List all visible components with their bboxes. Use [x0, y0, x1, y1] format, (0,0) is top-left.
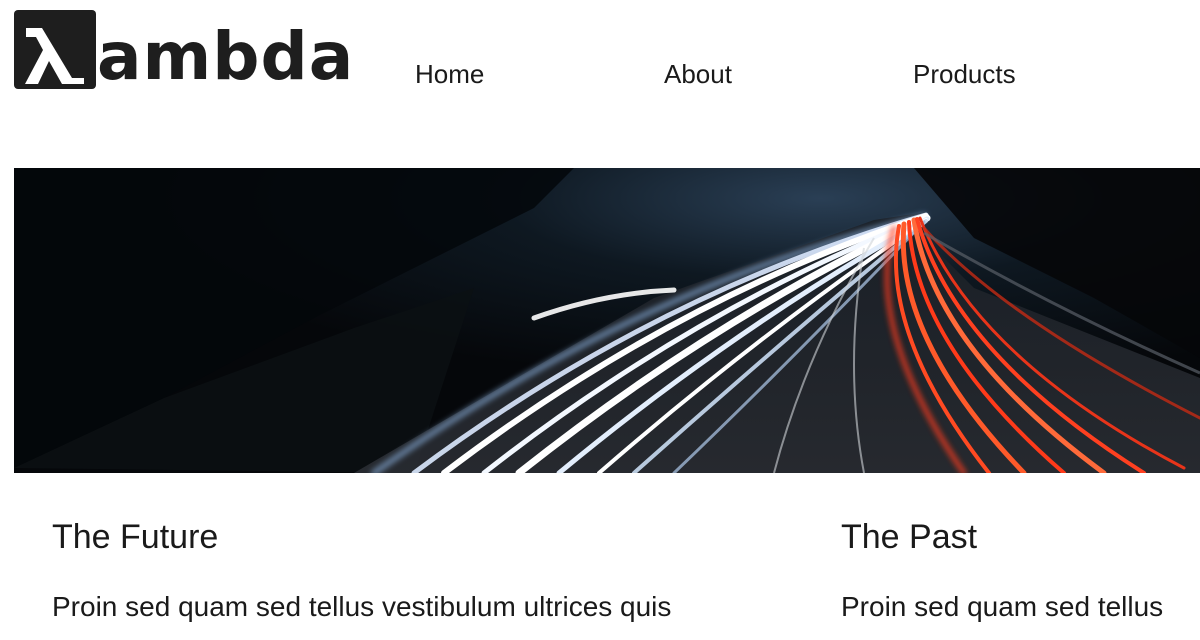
- article-body: Proin sed quam sed tellus: [841, 591, 1164, 622]
- nav-products-link[interactable]: Products: [913, 58, 1016, 90]
- article-the-past: The Past Proin sed quam sed tellus: [841, 514, 1200, 630]
- logo-text: ambda: [97, 18, 355, 95]
- hero-image: [14, 168, 1200, 473]
- article-title: The Past: [841, 518, 978, 556]
- nav-about-link[interactable]: About: [664, 58, 732, 90]
- article-body: Proin sed quam sed tellus vestibulum ult…: [52, 591, 672, 622]
- nav-home-link[interactable]: Home: [415, 58, 484, 90]
- lambda-icon: [14, 10, 96, 89]
- article-title: The Future: [52, 518, 219, 556]
- article-the-future: The Future Proin sed quam sed tellus ves…: [52, 514, 782, 630]
- logo-link[interactable]: ambda: [14, 9, 355, 95]
